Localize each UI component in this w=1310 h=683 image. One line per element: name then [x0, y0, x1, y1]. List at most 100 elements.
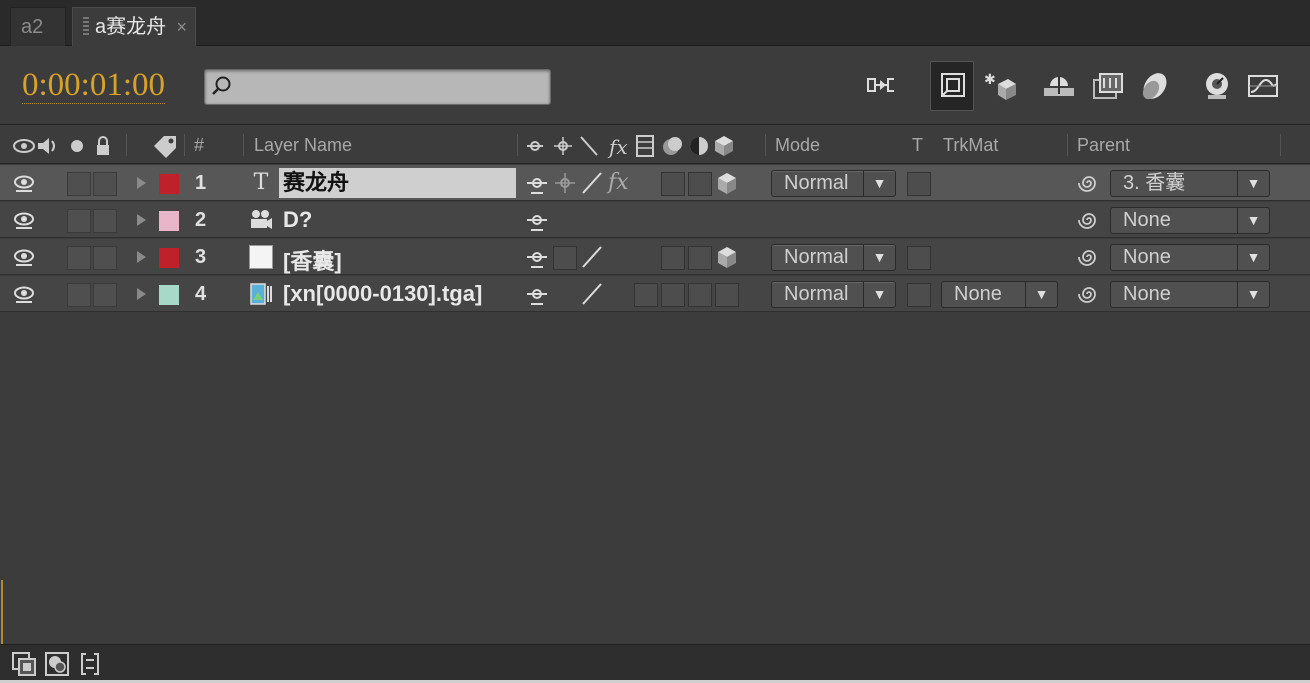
quality-switch-icon[interactable]	[580, 282, 604, 306]
parent-select[interactable]: 3. 香囊 ▼	[1110, 170, 1270, 197]
graph-editor-button[interactable]	[1240, 61, 1284, 111]
layer-row[interactable]: 4 [xn[0000-0130].tga] Normal ▼ None ▼ None…	[0, 276, 1310, 312]
auto-keyframe-button[interactable]	[1194, 61, 1238, 111]
parent-value: None	[1123, 283, 1171, 305]
eye-icon[interactable]	[12, 284, 36, 304]
3d-layer-switch-icon[interactable]	[715, 245, 739, 269]
motion-blur-button[interactable]	[1084, 61, 1128, 111]
quality-switch-icon[interactable]	[580, 245, 604, 269]
parent-pickwhip-icon[interactable]	[1078, 283, 1100, 305]
in-out-toggle-icon[interactable]	[77, 651, 103, 677]
dropdown-arrow-icon: ▼	[1237, 171, 1269, 196]
blend-mode-select[interactable]: Normal ▼	[771, 281, 896, 308]
dropdown-arrow-icon: ▼	[1237, 245, 1269, 270]
motion-blur-switch[interactable]	[688, 283, 712, 307]
graph-editor-icon	[1248, 75, 1278, 97]
blend-mode-value: Normal	[784, 283, 849, 305]
layer-row[interactable]: 2 D? None ▼	[0, 202, 1310, 238]
collapse-switch[interactable]	[553, 246, 577, 270]
layer-name-input[interactable]: 赛龙舟	[279, 168, 516, 198]
track-matte-select[interactable]: None ▼	[941, 281, 1058, 308]
column-number[interactable]: #	[194, 135, 204, 156]
effects-switch-icon[interactable]: fx	[608, 171, 632, 195]
column-parent[interactable]: Parent	[1077, 135, 1130, 156]
tab-label: a赛龙舟	[95, 16, 167, 38]
av-features-header-icons	[13, 136, 109, 155]
shy-switch-icon[interactable]	[525, 171, 549, 195]
column-trkmat[interactable]: TrkMat	[943, 135, 998, 156]
solo-switch[interactable]	[67, 172, 91, 196]
tab-close-icon[interactable]: ×	[176, 8, 187, 47]
eye-icon[interactable]	[12, 247, 36, 267]
solo-switch[interactable]	[67, 246, 91, 270]
label-color-swatch[interactable]	[159, 174, 179, 194]
3d-layer-switch-icon[interactable]	[715, 171, 739, 195]
layer-row[interactable]: 1 T 赛龙舟 fx Normal ▼ 3. 香囊 ▼	[0, 165, 1310, 201]
parent-select[interactable]: None ▼	[1110, 281, 1270, 308]
expand-triangle-icon[interactable]	[137, 214, 146, 226]
eye-icon[interactable]	[12, 173, 36, 193]
layer-row[interactable]: 3 [香囊] Normal ▼ None ▼	[0, 239, 1310, 275]
lock-switch[interactable]	[93, 172, 117, 196]
motion-blur-switch[interactable]	[688, 172, 712, 196]
blend-mode-select[interactable]: Normal ▼	[771, 170, 896, 197]
layer-name[interactable]: D?	[283, 207, 312, 233]
solo-switch[interactable]	[67, 283, 91, 307]
label-color-swatch[interactable]	[159, 285, 179, 305]
column-preserve-transparency[interactable]: T	[912, 135, 923, 156]
layer-name[interactable]: [xn[0000-0130].tga]	[283, 281, 482, 307]
comp-mini-flowchart-button[interactable]	[860, 61, 904, 111]
layer-list-empty-area[interactable]	[0, 313, 1310, 643]
parent-select[interactable]: None ▼	[1110, 207, 1270, 234]
layer-search-input[interactable]	[204, 69, 551, 105]
lock-switch[interactable]	[93, 283, 117, 307]
parent-pickwhip-icon[interactable]	[1078, 209, 1100, 231]
current-time-display[interactable]: 0:00:01:00	[22, 67, 166, 104]
lock-switch[interactable]	[93, 246, 117, 270]
motion-blur-switch[interactable]	[688, 246, 712, 270]
frame-blending-button[interactable]	[1036, 61, 1080, 111]
toolbar-switches: ✱	[860, 61, 1300, 111]
layer-switches-toggle-icon[interactable]	[11, 651, 37, 677]
solo-switch[interactable]	[67, 209, 91, 233]
3d-layer-switch[interactable]	[715, 283, 739, 307]
parent-select[interactable]: None ▼	[1110, 244, 1270, 271]
expand-triangle-icon[interactable]	[137, 288, 146, 300]
shy-switch-icon[interactable]	[525, 245, 549, 269]
parent-pickwhip-icon[interactable]	[1078, 246, 1100, 268]
hide-shy-layers-icon: ✱	[984, 72, 1016, 100]
frame-blend-switch[interactable]	[661, 246, 685, 270]
preserve-transparency-switch[interactable]	[907, 283, 931, 307]
quality-switch-icon[interactable]	[580, 171, 604, 195]
column-layer-name[interactable]: Layer Name	[254, 135, 352, 156]
parent-pickwhip-icon[interactable]	[1078, 172, 1100, 194]
expand-triangle-icon[interactable]	[137, 251, 146, 263]
layer-name[interactable]: [香囊]	[283, 244, 342, 276]
column-mode[interactable]: Mode	[775, 135, 820, 156]
shy-switch-icon[interactable]	[525, 282, 549, 306]
column-separator	[243, 134, 244, 156]
preserve-transparency-switch[interactable]	[907, 246, 931, 270]
effects-switch[interactable]	[634, 283, 658, 307]
transfer-controls-toggle-icon[interactable]	[44, 651, 70, 677]
frame-blend-switch[interactable]	[661, 283, 685, 307]
shy-switch-icon[interactable]	[525, 208, 549, 232]
tab-grip-icon[interactable]	[83, 17, 89, 35]
dropdown-arrow-icon: ▼	[1237, 282, 1269, 307]
tab-a2[interactable]: a2	[10, 7, 66, 46]
expand-triangle-icon[interactable]	[137, 177, 146, 189]
preserve-transparency-switch[interactable]	[907, 172, 931, 196]
continuous-rasterize-icon[interactable]	[553, 171, 577, 195]
dropdown-arrow-icon: ▼	[863, 245, 895, 270]
lock-switch[interactable]	[93, 209, 117, 233]
tab-comp-active[interactable]: a赛龙舟 ×	[72, 7, 196, 46]
eye-icon[interactable]	[12, 210, 36, 230]
hide-shy-layers-button[interactable]: ✱	[976, 61, 1020, 111]
parent-value: None	[1123, 209, 1171, 231]
brainstorm-button[interactable]	[1132, 61, 1176, 111]
label-color-swatch[interactable]	[159, 211, 179, 231]
blend-mode-select[interactable]: Normal ▼	[771, 244, 896, 271]
draft-3d-button[interactable]	[930, 61, 974, 111]
frame-blend-switch[interactable]	[661, 172, 685, 196]
label-color-swatch[interactable]	[159, 248, 179, 268]
